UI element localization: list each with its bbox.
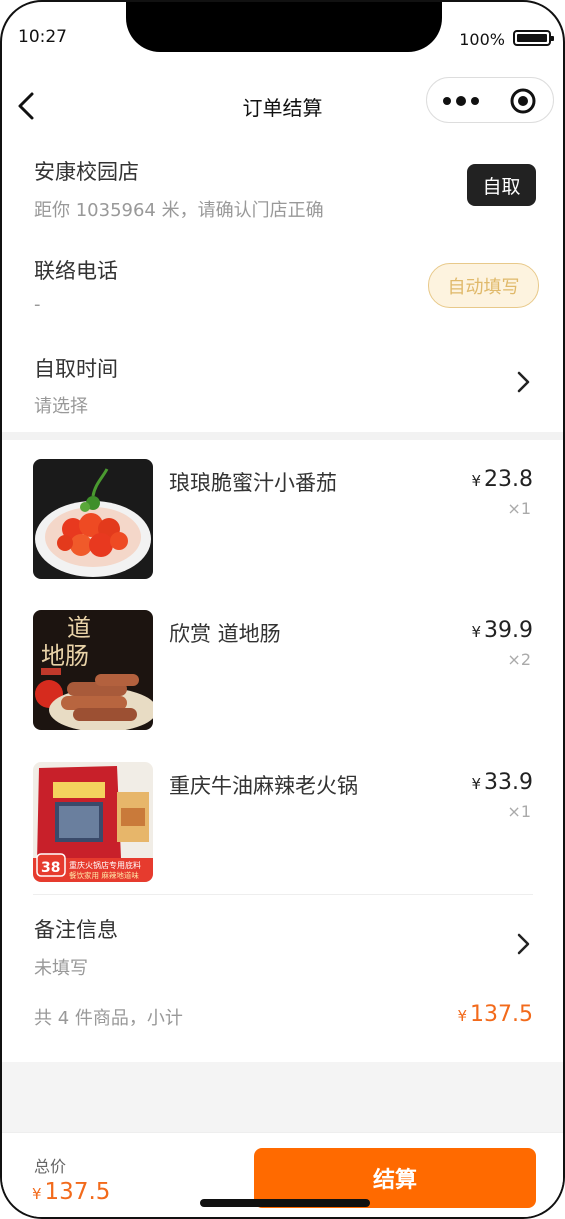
chevron-right-icon [517,933,530,955]
status-time: 10:27 [18,27,67,47]
product-item[interactable]: 道 地肠 欣赏 道地肠 ¥39.9 ×2 [2,610,563,732]
pickup-mode-button[interactable]: 自取 [467,164,536,206]
home-indicator [200,1199,370,1207]
notch [126,2,442,52]
page-background-filler [2,1062,563,1132]
pickup-time-value: 请选择 [34,396,88,417]
subtotal-value: ¥137.5 [457,1002,533,1027]
chevron-right-icon [517,371,530,393]
product-item[interactable]: 琅琅脆蜜汁小番茄 ¥23.8 ×1 [2,459,563,581]
section-divider [2,432,563,440]
hotpot-brand-text: 重庆火锅店专用底料 [69,860,141,870]
store-distance: 距你 1035964 米，请确认门店正确 [34,200,324,221]
product-name: 琅琅脆蜜汁小番茄 [169,471,337,495]
product-price: ¥39.9 [471,618,533,643]
phone-frame: 10:27 100% 订单结算 安康校园店 距你 1035964 米，请确认门店… [0,0,565,1219]
hotpot-slogan-text: 餐饮家用 麻辣地道味 [69,870,139,880]
product-image-sausage: 道 地肠 [33,610,153,730]
miniprogram-capsule [426,77,554,123]
hotpot-price-badge: 38 [41,860,60,876]
product-image-tomato [33,459,153,579]
product-quantity: ×2 [507,650,531,669]
product-image-hotpot: 38 重庆火锅店专用底料 餐饮家用 麻辣地道味 [33,762,153,882]
product-quantity: ×1 [507,802,531,821]
status-bar: 10:27 100% [2,2,563,62]
product-price: ¥23.8 [471,467,533,492]
product-quantity: ×1 [507,499,531,518]
autofill-button[interactable]: 自动填写 [428,263,539,308]
divider [33,894,533,895]
total-label: 总价 [34,1157,67,1176]
product-price: ¥33.9 [471,770,533,795]
contact-label: 联络电话 [34,259,118,283]
remarks-value: 未填写 [34,958,88,979]
battery-icon [513,30,554,46]
sausage-label-1: 道 [67,614,91,642]
battery-percent: 100% [459,30,505,49]
contact-value[interactable]: - [34,294,41,315]
total-value: ¥137.5 [32,1179,111,1205]
sausage-label-2: 地肠 [41,642,89,670]
more-dots-icon[interactable] [441,92,481,110]
product-name: 欣赏 道地肠 [169,622,281,646]
product-name: 重庆牛油麻辣老火锅 [169,774,358,798]
product-item[interactable]: 38 重庆火锅店专用底料 餐饮家用 麻辣地道味 重庆牛油麻辣老火锅 ¥33.9 … [2,762,563,884]
pickup-time-label: 自取时间 [34,357,118,381]
close-miniprogram-icon[interactable] [509,87,537,115]
remarks-label: 备注信息 [34,918,118,942]
subtotal-label: 共 4 件商品，小计 [34,1008,183,1029]
nav-bar: 订单结算 [2,72,563,138]
store-name: 安康校园店 [34,160,139,184]
